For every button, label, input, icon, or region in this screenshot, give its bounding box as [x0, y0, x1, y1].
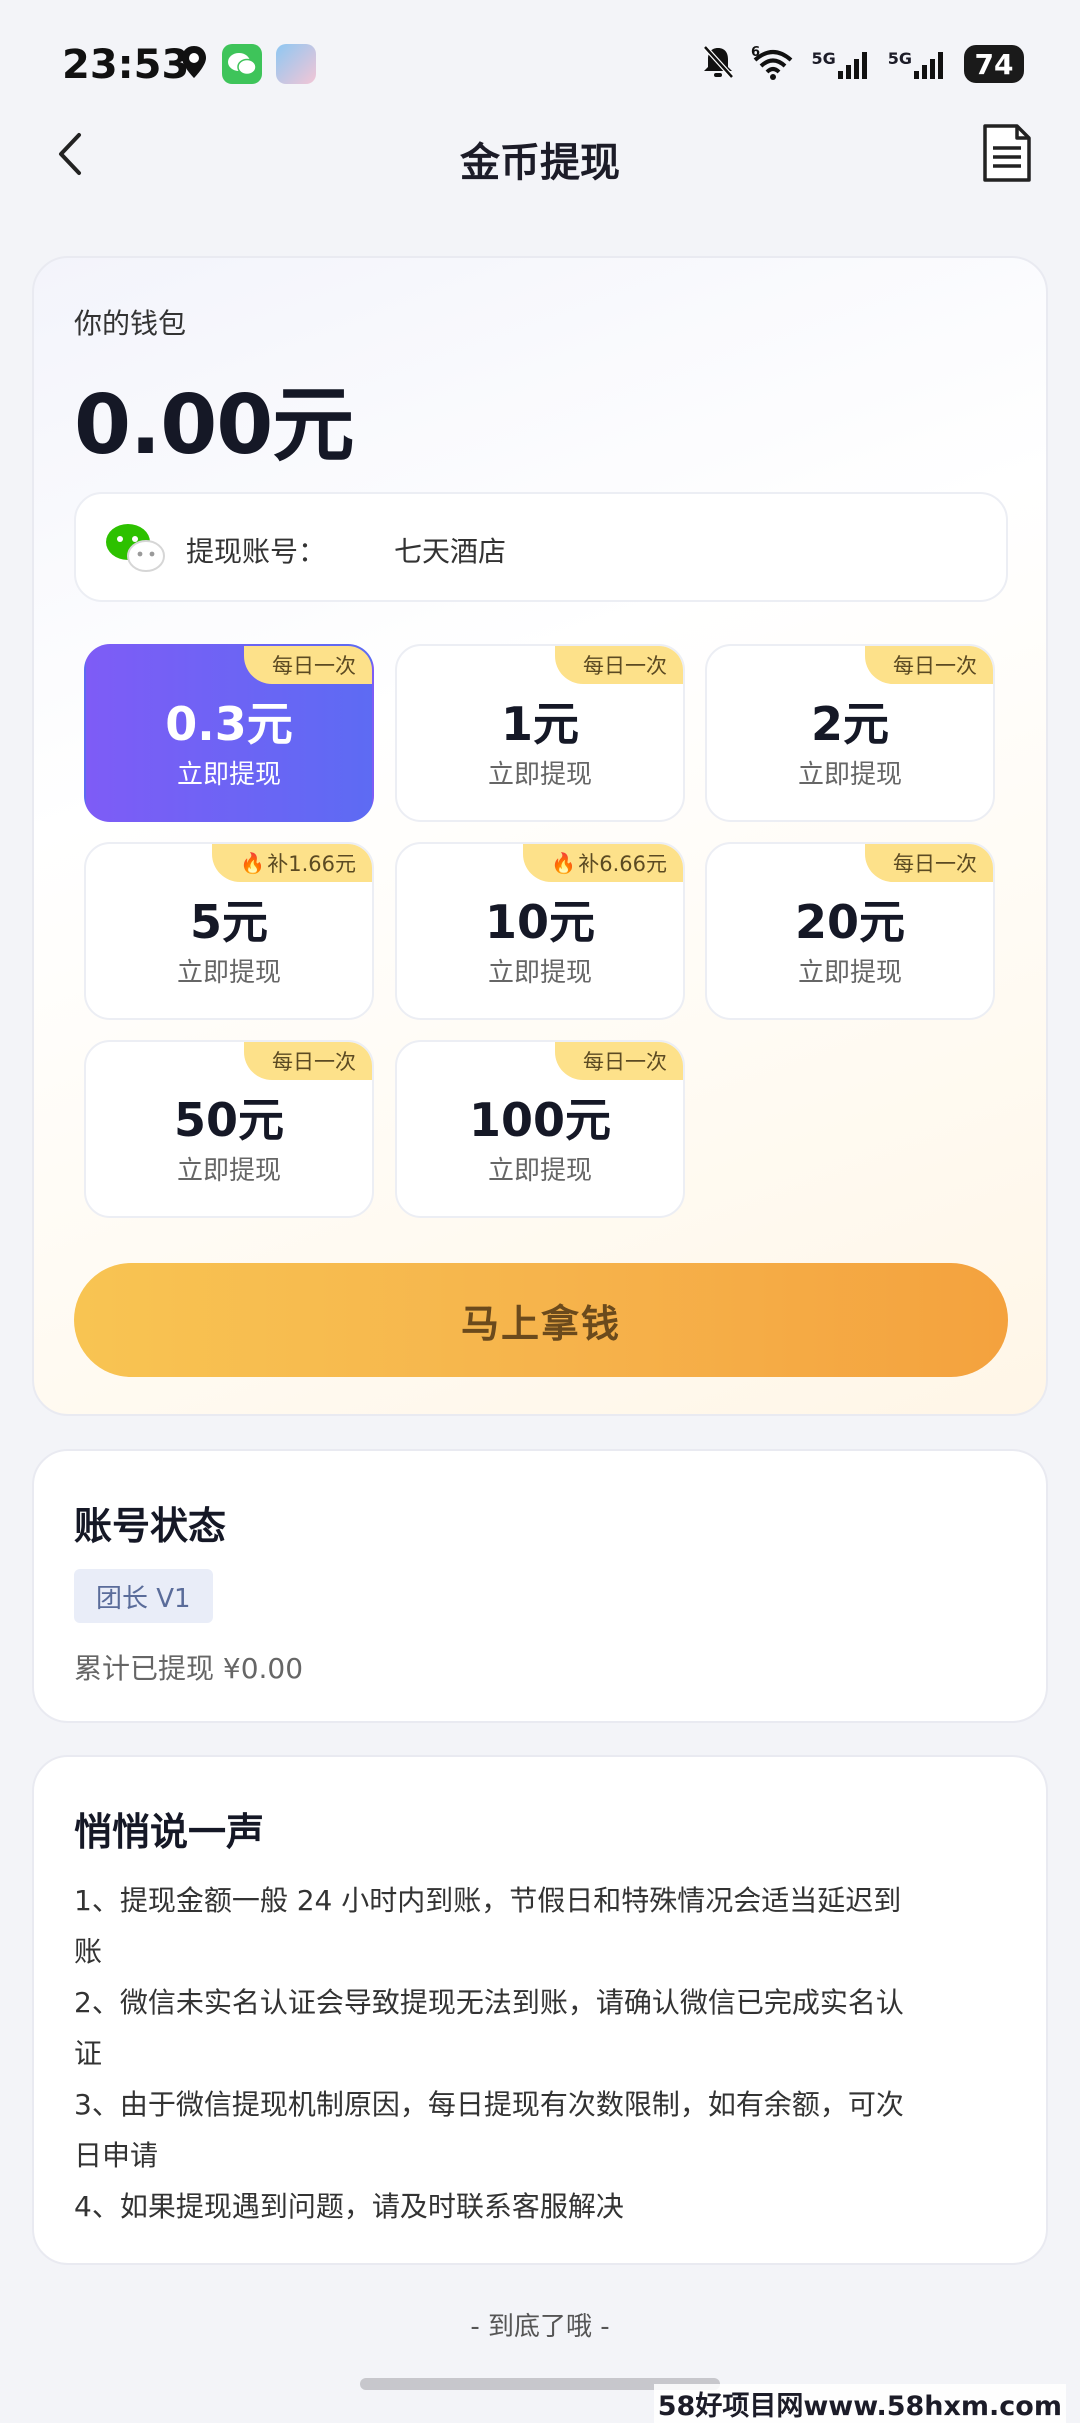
- level-badge: 团长 V1: [74, 1569, 213, 1623]
- option-tag: 🔥 补6.66元: [523, 844, 683, 882]
- option-tag-label: 每日一次: [583, 654, 667, 678]
- wechat-icon: [104, 520, 165, 576]
- withdraw-record-button[interactable]: [972, 120, 1042, 190]
- option-amount: 2元: [810, 697, 889, 751]
- option-tag: 每日一次: [865, 646, 993, 684]
- wifi-icon: 6: [751, 44, 795, 84]
- option-amount: 100元: [468, 1093, 612, 1147]
- status-right-icons: 6 5G 5G 74: [701, 44, 1024, 84]
- option-tag: 每日一次: [555, 1042, 683, 1080]
- wechat-app-icon: [222, 44, 262, 84]
- note-line: 账: [74, 1935, 103, 1968]
- option-tag-label: 每日一次: [893, 852, 977, 876]
- signal-icon-1: 5G: [811, 49, 871, 79]
- status-left-icons: [180, 44, 316, 84]
- wallet-card: 你的钱包 0.00元 提现账号： 七天酒店 每日一次 0.3元 立即提现 每日一次 1元…: [32, 256, 1048, 1416]
- option-subtitle: 立即提现: [176, 1156, 281, 1186]
- option-tag: 每日一次: [244, 646, 372, 684]
- option-subtitle: 立即提现: [487, 1156, 592, 1186]
- note-line: 2、微信未实名认证会导致提现无法到账，请确认微信已完成实名认: [74, 1986, 904, 2019]
- option-amount: 10元: [484, 895, 595, 949]
- option-tag: 每日一次: [244, 1042, 372, 1080]
- option-subtitle: 立即提现: [176, 958, 281, 988]
- note-line: 1、提现金额一般 24 小时内到账，节假日和特殊情况会适当延迟到: [74, 1884, 902, 1917]
- flame-icon: 🔥: [551, 851, 577, 875]
- option-tag-label: 每日一次: [272, 1050, 356, 1074]
- withdraw-option-1[interactable]: 每日一次 1元立即提现: [395, 644, 685, 822]
- option-tag-label: 每日一次: [893, 654, 977, 678]
- option-tag-label: 每日一次: [583, 1050, 667, 1074]
- withdraw-option-3[interactable]: 🔥 补1.66元 5元立即提现: [84, 842, 374, 1020]
- total-withdrawn-text: 累计已提现 ¥0.00: [74, 1652, 304, 1685]
- flame-icon: 🔥: [240, 851, 266, 875]
- withdraw-option-2[interactable]: 每日一次 2元立即提现: [705, 644, 995, 822]
- withdraw-option-0[interactable]: 每日一次 0.3元立即提现: [84, 644, 374, 822]
- wallet-label: 你的钱包: [74, 307, 187, 340]
- notes-list: 1、提现金额一般 24 小时内到账，节假日和特殊情况会适当延迟到 账 2、微信未…: [74, 1875, 1014, 2232]
- option-subtitle: 立即提现: [487, 760, 592, 790]
- option-amount: 50元: [173, 1093, 284, 1147]
- option-subtitle: 立即提现: [487, 958, 592, 988]
- network-type-label: 5G: [887, 49, 912, 68]
- option-subtitle: 立即提现: [797, 958, 902, 988]
- option-tag: 🔥 补1.66元: [212, 844, 372, 882]
- option-tag: 每日一次: [555, 646, 683, 684]
- option-subtitle: 立即提现: [176, 760, 281, 790]
- notes-card: 悄悄说一声 1、提现金额一般 24 小时内到账，节假日和特殊情况会适当延迟到 账…: [32, 1755, 1048, 2265]
- option-subtitle: 立即提现: [797, 760, 902, 790]
- note-line: 4、如果提现遇到问题，请及时联系客服解决: [74, 2190, 624, 2223]
- battery-indicator: 74: [964, 45, 1024, 83]
- option-amount: 0.3元: [165, 697, 293, 751]
- withdraw-option-5[interactable]: 每日一次 20元立即提现: [705, 842, 995, 1020]
- option-tag-label: 每日一次: [272, 654, 356, 678]
- document-icon: [981, 122, 1033, 188]
- option-tag: 每日一次: [865, 844, 993, 882]
- withdraw-option-4[interactable]: 🔥 补6.66元 10元立即提现: [395, 842, 685, 1020]
- notes-title: 悄悄说一声: [74, 1810, 265, 1854]
- option-amount: 5元: [189, 895, 268, 949]
- signal-icon-2: 5G: [888, 49, 948, 79]
- watermark-text: 58好项目网www.58hxm.com: [653, 2384, 1066, 2423]
- note-line: 证: [74, 2037, 103, 2070]
- option-tag-label: 补1.66元: [267, 852, 356, 876]
- wallet-balance: 0.00元: [74, 378, 354, 473]
- location-icon: [180, 44, 208, 84]
- account-status-card: 账号状态 团长 V1 累计已提现 ¥0.00: [32, 1449, 1048, 1723]
- header-bar: 金币提现: [0, 110, 1080, 200]
- page-title: 金币提现: [460, 140, 620, 186]
- withdraw-now-button[interactable]: 马上拿钱: [74, 1263, 1008, 1377]
- account-value: 七天酒店: [394, 535, 507, 568]
- withdraw-option-6[interactable]: 每日一次 50元立即提现: [84, 1040, 374, 1218]
- option-tag-label: 补6.66元: [578, 852, 667, 876]
- mute-bell-icon: [701, 44, 735, 84]
- withdraw-option-7[interactable]: 每日一次 100元立即提现: [395, 1040, 685, 1218]
- end-of-page-text: - 到底了哦 -: [470, 2312, 610, 2342]
- note-line: 3、由于微信提现机制原因，每日提现有次数限制，如有余额，可次: [74, 2088, 904, 2121]
- network-type-label: 5G: [811, 49, 836, 68]
- option-amount: 20元: [794, 895, 905, 949]
- withdraw-account-row[interactable]: 提现账号： 七天酒店: [74, 492, 1008, 602]
- account-status-title: 账号状态: [74, 1504, 227, 1548]
- option-amount: 1元: [500, 697, 579, 751]
- account-label: 提现账号：: [186, 535, 327, 568]
- game-app-icon: [276, 44, 316, 84]
- status-time: 23:53: [62, 42, 190, 88]
- note-line: 日申请: [74, 2139, 159, 2172]
